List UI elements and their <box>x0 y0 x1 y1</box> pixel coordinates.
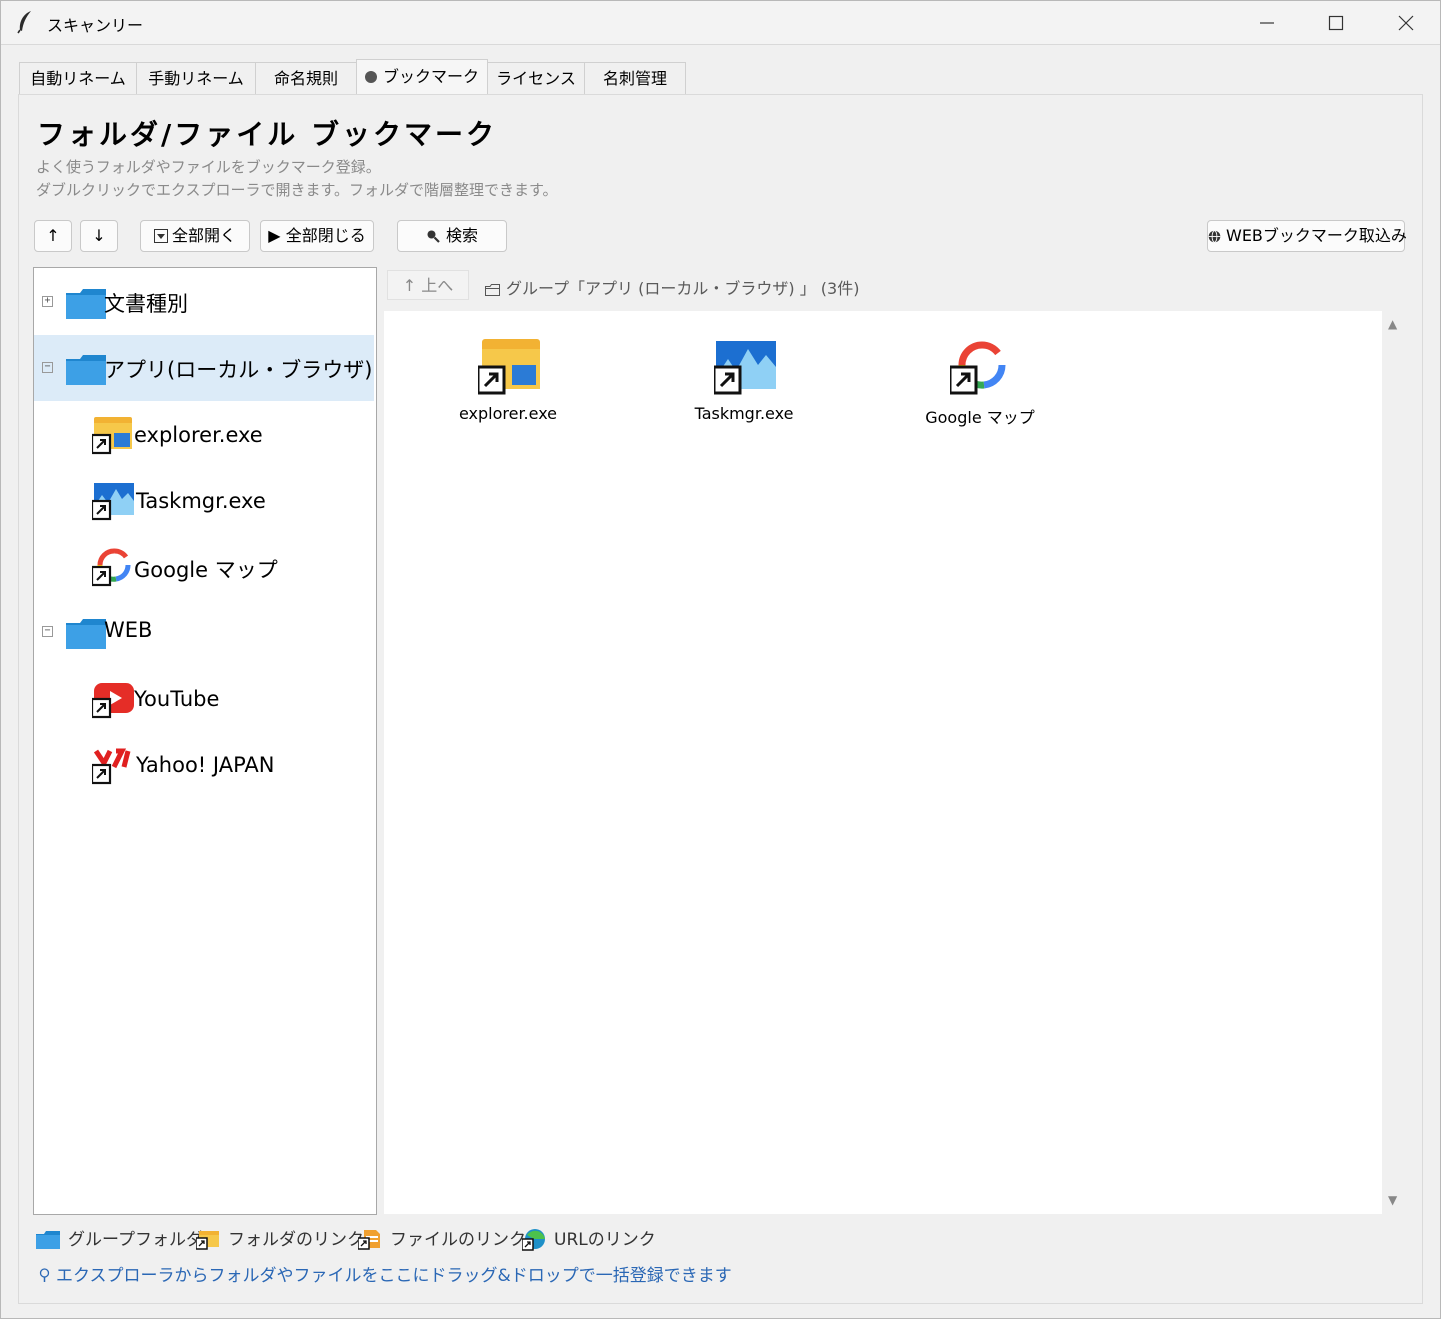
legend-label: グループフォルダ <box>68 1230 203 1250</box>
tab-label: 手動リネーム <box>148 69 244 88</box>
file-link-icon <box>358 1230 380 1250</box>
collapse-icon[interactable]: − <box>42 626 53 637</box>
explorer-icon <box>92 417 132 455</box>
scroll-up-arrow-icon[interactable]: ▲ <box>1388 317 1397 331</box>
window-title: スキャンリー <box>47 16 144 35</box>
tree-label: Yahoo! JAPAN <box>136 753 275 777</box>
tip-text: エクスプローラからフォルダやファイルをここにドラッグ&ドロップで一括登録できます <box>56 1266 732 1286</box>
tree-group-document-types[interactable]: + 文書種別 <box>34 269 374 335</box>
tab-business-cards[interactable]: 名刺管理 <box>584 62 686 94</box>
search-label: 検索 <box>445 226 478 245</box>
tab-label: 命名規則 <box>273 69 338 88</box>
tree-item-explorer[interactable]: explorer.exe <box>34 401 374 467</box>
maximize-button[interactable] <box>1300 1 1370 44</box>
tree-group-web[interactable]: − WEB <box>34 599 374 665</box>
lightbulb-icon <box>39 1268 50 1282</box>
edge-browser-icon <box>522 1229 545 1251</box>
close-button[interactable] <box>1370 1 1440 44</box>
tree-item-yahoo[interactable]: Yahoo! JAPAN <box>34 731 374 797</box>
feather-icon <box>17 11 31 34</box>
google-maps-icon <box>950 341 1006 395</box>
google-maps-icon <box>92 548 131 587</box>
web-import-label: WEBブックマーク取込み <box>1226 226 1407 245</box>
tab-license[interactable]: ライセンス <box>487 62 585 94</box>
group-folder-icon <box>36 1231 60 1249</box>
tab-label: ライセンス <box>496 69 576 88</box>
page-title: フォルダ/ファイル ブックマーク <box>37 118 497 151</box>
scroll-down-arrow-icon[interactable]: ▼ <box>1388 1193 1397 1207</box>
content-item-explorer[interactable]: explorer.exe <box>418 337 598 437</box>
legend-folder-link: フォルダのリンク <box>196 1225 364 1250</box>
legend-label: ファイルのリンク <box>390 1230 526 1250</box>
search-icon <box>427 230 440 243</box>
minimize-icon <box>1260 22 1274 24</box>
drag-drop-tip: エクスプローラからフォルダやファイルをここにドラッグ&ドロップで一括登録できます <box>39 1261 732 1286</box>
app-window: スキャンリー 自動リネーム 手動リネーム 命名規則 ブックマーク ライセンス 名… <box>0 0 1441 1319</box>
tree-label: Google マップ <box>134 558 278 582</box>
collapse-icon[interactable]: − <box>42 362 53 373</box>
bookmark-panel: フォルダ/ファイル ブックマーク よく使うフォルダやファイルをブックマーク登録。… <box>18 94 1423 1304</box>
tab-label: 名刺管理 <box>602 69 667 88</box>
description-line-1: よく使うフォルダやファイルをブックマーク登録。 <box>36 158 381 176</box>
legend-url-link: URLのリンク <box>522 1225 656 1251</box>
bookmark-tree[interactable]: + 文書種別 − アプリ(ローカル・ブラウザ) explorer.exe Tas… <box>33 267 377 1215</box>
tree-item-taskmgr[interactable]: Taskmgr.exe <box>34 467 374 533</box>
youtube-icon <box>92 683 134 719</box>
legend-file-link: ファイルのリンク <box>358 1225 526 1250</box>
tab-label: 自動リネーム <box>30 69 126 88</box>
legend-label: フォルダのリンク <box>228 1230 364 1250</box>
collapse-all-button[interactable]: ▶ 全部閉じる <box>260 220 374 252</box>
vertical-scrollbar[interactable]: ▲ ▼ <box>1382 311 1406 1214</box>
legend-group-folder: グループフォルダ <box>36 1225 203 1250</box>
breadcrumb-text: グループ「アプリ (ローカル・ブラウザ) 」 (3件) <box>506 279 860 298</box>
move-up-button[interactable]: ↑ <box>34 220 72 252</box>
group-folder-icon <box>66 355 106 385</box>
web-bookmark-import-button[interactable]: WEBブックマーク取込み <box>1207 220 1407 252</box>
expand-icon[interactable]: + <box>42 296 53 307</box>
tree-label: Taskmgr.exe <box>136 489 266 513</box>
bookmark-content-view[interactable]: explorer.exe Taskmgr.exe Google マップ <box>384 311 1382 1214</box>
expand-all-label: 全部開く <box>171 226 236 245</box>
tab-auto-rename[interactable]: 自動リネーム <box>19 62 137 94</box>
tree-item-google-maps[interactable]: Google マップ <box>34 533 374 599</box>
title-bar: スキャンリー <box>1 1 1440 45</box>
breadcrumb-path: グループ「アプリ (ローカル・ブラウザ) 」 (3件) <box>485 275 859 299</box>
tab-bookmark[interactable]: ブックマーク <box>356 59 488 95</box>
dropdown-box-icon <box>153 229 168 243</box>
taskmgr-icon <box>714 341 776 395</box>
content-item-label: Google マップ <box>925 408 1035 427</box>
tree-item-youtube[interactable]: YouTube <box>34 665 374 731</box>
tree-label: explorer.exe <box>134 423 263 447</box>
content-item-label: explorer.exe <box>458 404 558 423</box>
group-folder-icon <box>66 619 106 649</box>
content-item-label: Taskmgr.exe <box>694 404 794 423</box>
maximize-icon <box>1328 15 1344 31</box>
explorer-icon <box>478 339 540 395</box>
content-item-google-maps[interactable]: Google マップ <box>890 337 1070 437</box>
tree-label: アプリ(ローカル・ブラウザ) <box>104 358 373 382</box>
tab-naming-rules[interactable]: 命名規則 <box>255 62 357 94</box>
tree-label: YouTube <box>134 687 220 711</box>
folder-outline-icon <box>485 284 500 296</box>
close-icon <box>1398 15 1414 31</box>
move-down-button[interactable]: ↓ <box>80 220 118 252</box>
minimize-button[interactable] <box>1231 1 1301 44</box>
go-up-button[interactable]: ↑ 上へ <box>387 270 469 300</box>
tree-label: WEB <box>104 618 153 642</box>
description-line-2: ダブルクリックでエクスプローラで開きます。フォルダで階層整理できます。 <box>36 181 558 199</box>
content-item-taskmgr[interactable]: Taskmgr.exe <box>654 337 834 437</box>
tree-label: 文書種別 <box>104 292 188 316</box>
folder-link-icon <box>196 1231 219 1250</box>
tree-group-apps[interactable]: − アプリ(ローカル・ブラウザ) <box>34 335 374 401</box>
group-folder-icon <box>66 289 106 319</box>
tab-label: ブックマーク <box>382 67 479 86</box>
yahoo-icon <box>92 748 131 785</box>
bullet-icon <box>364 71 377 83</box>
globe-icon <box>1208 230 1221 243</box>
tab-manual-rename[interactable]: 手動リネーム <box>136 62 256 94</box>
expand-all-button[interactable]: 全部開く <box>140 220 250 252</box>
legend-label: URLのリンク <box>554 1230 656 1250</box>
taskmgr-icon <box>92 483 134 521</box>
search-button[interactable]: 検索 <box>397 220 507 252</box>
